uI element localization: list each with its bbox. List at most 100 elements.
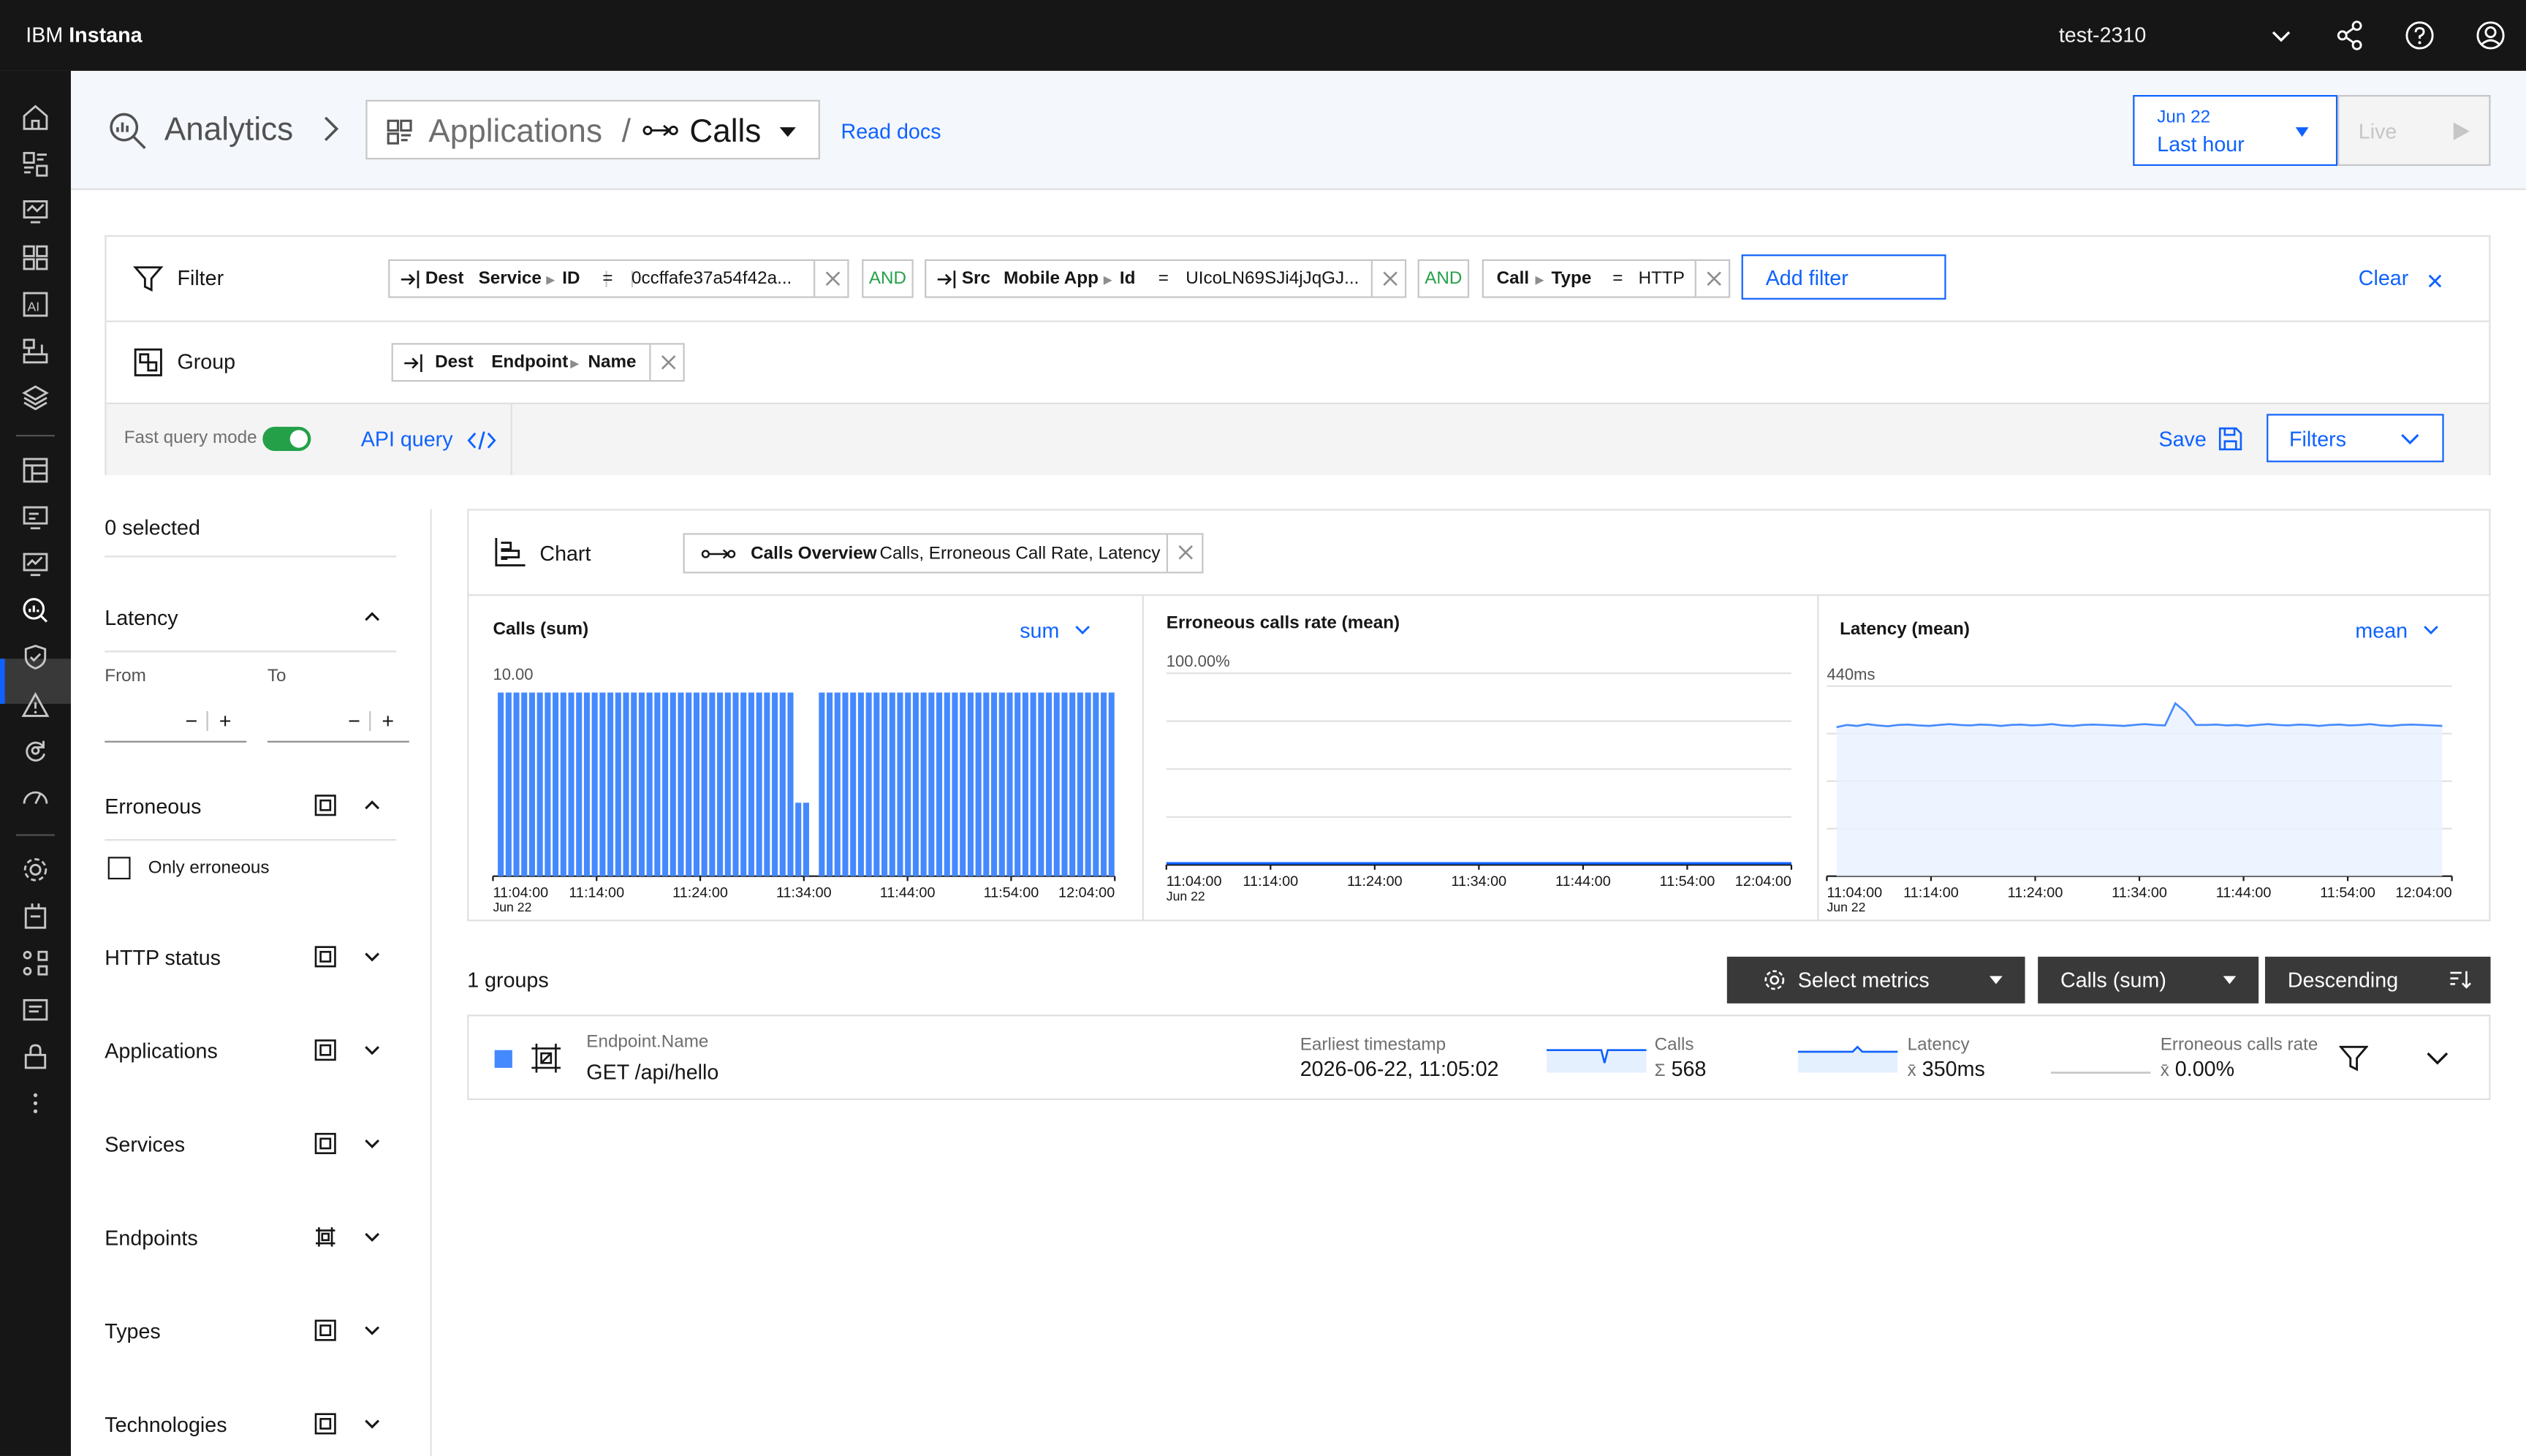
facet-applications[interactable]: Applications <box>105 1039 218 1063</box>
overflow-menu-icon[interactable] <box>19 1087 51 1119</box>
remove-chart-preset-button[interactable] <box>1166 534 1204 572</box>
monitor-icon[interactable] <box>19 195 51 227</box>
dashboard-icon[interactable] <box>19 148 51 181</box>
facet-types[interactable]: Types <box>105 1319 160 1343</box>
select-metrics-button[interactable]: Select metrics <box>1726 956 2025 1004</box>
chevron-down-icon[interactable] <box>363 1040 382 1059</box>
group-by-icon[interactable] <box>314 1132 337 1155</box>
latency-from-stepper[interactable]: − | + <box>105 704 247 743</box>
mean-symbol: x̄ <box>2160 1061 2169 1081</box>
clear-filters-button[interactable]: Clear <box>2359 266 2442 290</box>
security-shield-icon[interactable] <box>19 641 51 673</box>
chevron-down-icon[interactable] <box>363 947 382 966</box>
facet-endpoints[interactable]: Endpoints <box>105 1226 197 1250</box>
chevron-down-icon[interactable] <box>363 1414 382 1433</box>
remove-filter-button[interactable] <box>1370 260 1406 297</box>
live-label: Live <box>2358 119 2397 144</box>
logs-icon[interactable] <box>19 994 51 1026</box>
chevron-down-icon[interactable] <box>2265 19 2297 51</box>
remove-filter-button[interactable] <box>1694 260 1730 297</box>
only-erroneous-checkbox[interactable] <box>107 857 131 880</box>
x-tick-label: 11:14:00 <box>1903 884 1959 900</box>
api-query-link[interactable]: API query <box>360 426 496 451</box>
help-icon[interactable] <box>2404 19 2436 51</box>
bar <box>545 692 551 876</box>
breadcrumb-analytics[interactable]: Analytics <box>164 113 293 150</box>
close-icon <box>2428 274 2442 288</box>
and-operator[interactable]: AND <box>1417 259 1470 298</box>
fast-query-mode-toggle[interactable] <box>262 426 311 451</box>
group-by-icon[interactable] <box>314 1039 337 1061</box>
layers-icon[interactable] <box>19 382 51 414</box>
facet-services[interactable]: Services <box>105 1132 185 1156</box>
decrement-button[interactable]: − <box>185 709 197 733</box>
automation-icon[interactable] <box>19 735 51 767</box>
facet-technologies[interactable]: Technologies <box>105 1412 227 1436</box>
home-icon[interactable] <box>19 102 51 134</box>
chevron-up-icon[interactable] <box>363 607 382 626</box>
group-by-icon[interactable] <box>314 1226 337 1248</box>
chevron-down-icon[interactable] <box>363 1134 382 1153</box>
increment-button[interactable]: + <box>382 709 394 733</box>
bar <box>724 692 731 876</box>
chevron-down-icon[interactable] <box>2424 1048 2450 1067</box>
add-filter-button[interactable]: Add filter <box>1741 254 1946 300</box>
decrement-button[interactable]: − <box>348 709 360 733</box>
bar <box>701 692 708 876</box>
mobile-monitor-icon[interactable] <box>19 547 51 580</box>
user-avatar-icon[interactable] <box>2474 19 2506 51</box>
website-monitor-icon[interactable] <box>19 501 51 533</box>
x-tick-label: 11:34:00 <box>2112 884 2167 900</box>
and-operator[interactable]: AND <box>862 259 914 298</box>
save-query-button[interactable]: Save <box>2158 427 2242 451</box>
read-docs-link[interactable]: Read docs <box>841 119 941 143</box>
filter-chip-dest-service-id[interactable]: Dest Service ▸ ID | = | 0ccffafe37a54f42… <box>388 259 849 298</box>
group-chip-dest-endpoint-name[interactable]: Dest Endpoint ▸ Name <box>391 343 685 382</box>
integrations-icon[interactable] <box>19 947 51 979</box>
alert-icon[interactable] <box>19 689 51 721</box>
group-by-icon[interactable] <box>314 794 337 816</box>
live-button[interactable]: Live <box>2337 95 2491 166</box>
filter-chip-call-type[interactable]: Call ▸ Type = HTTP <box>1482 259 1731 298</box>
group-row[interactable]: Endpoint.Name GET /api/hello Earliest ti… <box>467 1015 2491 1100</box>
group-field-value[interactable]: GET /api/hello <box>586 1060 718 1084</box>
latency-to-stepper[interactable]: − | + <box>267 704 409 743</box>
sort-metric-dropdown[interactable]: Calls (sum) <box>2038 956 2259 1004</box>
facet-latency[interactable]: Latency <box>105 606 178 630</box>
group-by-icon[interactable] <box>314 1412 337 1435</box>
filter-funnel-icon[interactable] <box>2339 1044 2369 1073</box>
filter-chip-src-mobile-app-id[interactable]: Src Mobile App ▸ Id = UIcoLN69SJi4jJqGJ.… <box>925 259 1407 298</box>
reports-icon[interactable] <box>19 454 51 486</box>
applications-icon[interactable] <box>19 242 51 274</box>
sort-order-button[interactable]: Descending <box>2264 956 2491 1004</box>
remove-filter-button[interactable] <box>813 260 849 297</box>
chevron-up-icon[interactable] <box>363 796 382 815</box>
bar <box>834 692 841 876</box>
speedometer-icon[interactable] <box>19 781 51 814</box>
group-by-icon[interactable] <box>314 945 337 968</box>
calls-sum-chart: Calls (sum) sum 10.00 11:04:00 11:14:00 11:… <box>469 596 1142 921</box>
chevron-down-icon[interactable] <box>363 1321 382 1340</box>
share-icon[interactable] <box>2335 19 2367 51</box>
time-range-picker[interactable]: Jun 22 Last hour <box>2133 95 2338 166</box>
chevron-down-icon[interactable] <box>363 1227 382 1246</box>
infrastructure-icon[interactable] <box>19 335 51 367</box>
chart-preset-chip[interactable]: Calls Overview Calls, Erroneous Call Rat… <box>683 533 1204 574</box>
facet-erroneous[interactable]: Erroneous <box>105 794 201 818</box>
lock-icon[interactable] <box>19 1040 51 1072</box>
ai-icon[interactable]: AI <box>19 288 51 320</box>
facet-http-status[interactable]: HTTP status <box>105 945 221 969</box>
group-by-icon[interactable] <box>314 1319 337 1342</box>
brand-logo[interactable]: IBM Instana <box>26 23 142 47</box>
increment-button[interactable]: + <box>219 709 232 733</box>
save-floppy-icon <box>2218 427 2242 451</box>
remove-group-button[interactable] <box>649 344 684 381</box>
api-query-label: API query <box>360 426 453 451</box>
application-calls-selector[interactable]: Applications / Calls <box>365 99 820 160</box>
analytics-icon[interactable] <box>19 594 51 626</box>
divider <box>105 556 397 558</box>
tenant-selector[interactable]: test-2310 <box>2059 23 2146 47</box>
agent-icon[interactable] <box>19 900 51 933</box>
settings-gear-icon[interactable] <box>19 854 51 886</box>
saved-filters-dropdown[interactable]: Filters <box>2267 414 2444 463</box>
